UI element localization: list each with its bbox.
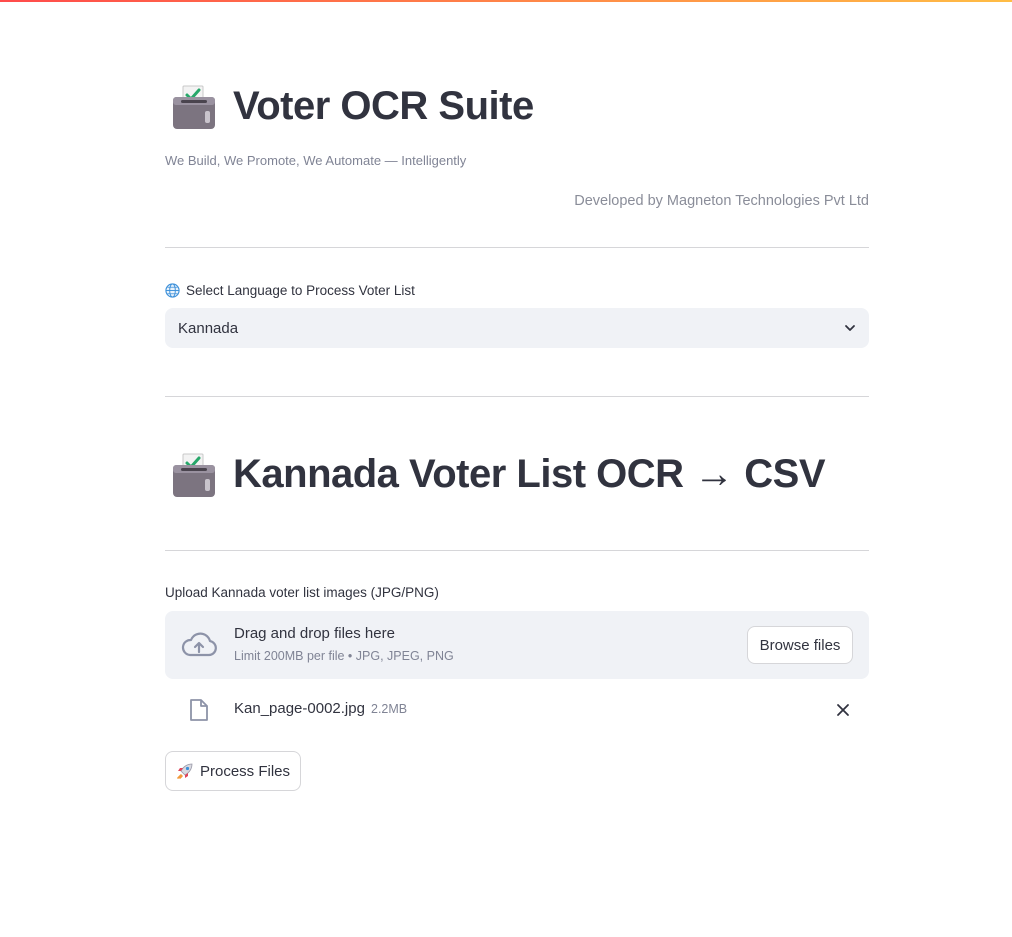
dropzone-limit: Limit 200MB per file • JPG, JPEG, PNG — [234, 649, 454, 663]
divider — [165, 396, 869, 397]
globe-icon — [165, 283, 180, 298]
rocket-icon — [177, 763, 193, 779]
app-title-row: Voter OCR Suite — [171, 84, 534, 129]
language-label: Select Language to Process Voter List — [165, 283, 415, 298]
divider — [165, 247, 869, 248]
ballot-box-icon — [173, 85, 215, 129]
dropzone-title: Drag and drop files here — [234, 625, 395, 642]
uploaded-file-name: Kan_page-0002.jpg — [234, 700, 365, 717]
app-title: Voter OCR Suite — [233, 84, 534, 128]
close-icon[interactable] — [836, 703, 850, 717]
section-title: Kannada Voter List OCR → CSV — [233, 452, 826, 496]
file-dropzone[interactable]: Drag and drop files here Limit 200MB per… — [165, 611, 869, 679]
top-accent-bar — [0, 0, 1012, 2]
file-icon — [190, 699, 208, 721]
section-title-row: Kannada Voter List OCR → CSV — [171, 452, 826, 497]
process-files-button[interactable]: Process Files — [165, 751, 301, 791]
divider — [165, 550, 869, 551]
browse-files-button[interactable]: Browse files — [747, 626, 853, 664]
language-label-text: Select Language to Process Voter List — [186, 283, 415, 298]
chevron-down-icon — [845, 325, 855, 331]
process-files-label: Process Files — [199, 762, 291, 780]
upload-label: Upload Kannada voter list images (JPG/PN… — [165, 585, 439, 600]
uploaded-file-row: Kan_page-0002.jpg 2.2MB — [165, 694, 869, 728]
cloud-upload-icon — [181, 632, 217, 657]
developed-by-text: Developed by Magneton Technologies Pvt L… — [574, 193, 869, 209]
uploaded-file-size: 2.2MB — [371, 702, 408, 716]
ballot-box-icon — [173, 453, 215, 497]
language-selected-value: Kannada — [178, 319, 239, 337]
language-select[interactable]: Kannada — [165, 308, 869, 348]
tagline: We Build, We Promote, We Automate — Inte… — [165, 153, 467, 168]
